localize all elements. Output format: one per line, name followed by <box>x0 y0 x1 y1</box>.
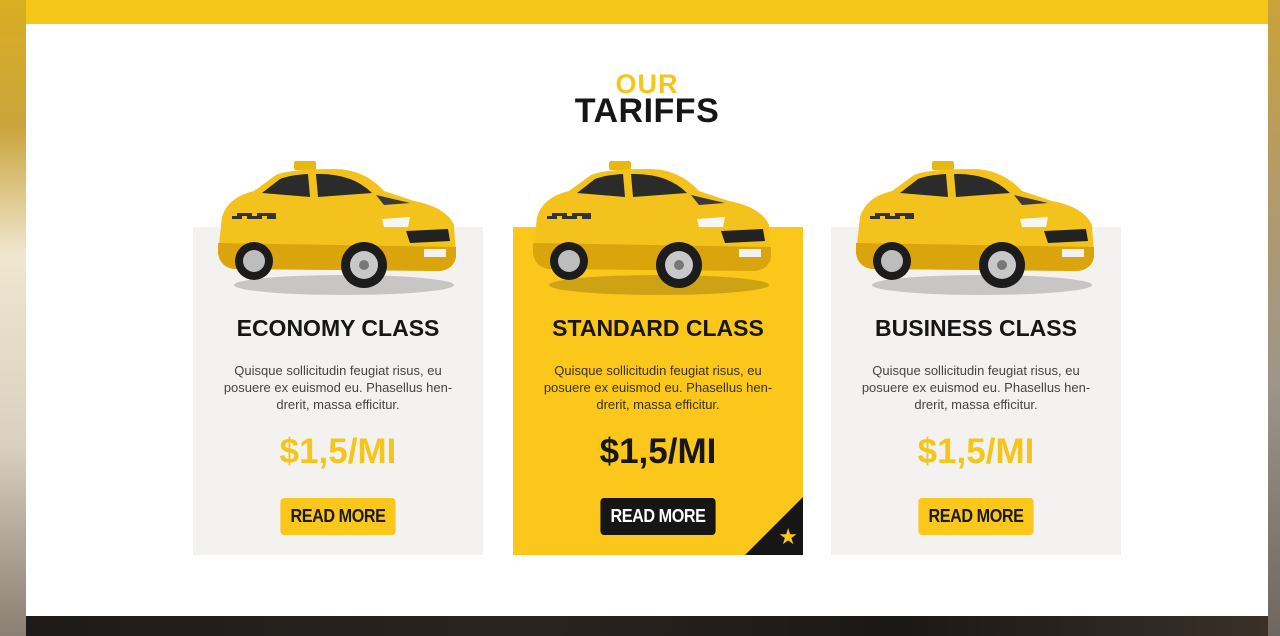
tariff-title: ECONOMY CLASS <box>236 315 440 341</box>
background-photo-left <box>0 0 28 636</box>
taxi-car-icon <box>218 161 456 295</box>
section-heading-main: TARIFFS <box>574 92 720 130</box>
tariff-price: $1,5/MI <box>599 432 717 471</box>
tariff-price: $1,5/MI <box>917 432 1035 471</box>
read-more-button[interactable]: READ MORE <box>918 498 1034 535</box>
taxi-car-icon <box>856 161 1094 295</box>
tariff-description: Quisque sollicitudin feugiat risus, eu p… <box>861 363 1091 412</box>
tariff-title: STANDARD CLASS <box>552 315 764 341</box>
tariff-description: Quisque sollicitudin feugiat risus, eu p… <box>543 363 773 412</box>
star-icon: ★ <box>778 524 798 549</box>
top-accent-bar <box>26 0 1268 24</box>
footer-photo-band <box>26 616 1268 636</box>
read-more-button[interactable]: READ MORE <box>600 498 716 535</box>
tariffs-section: OUR TARIFFS ECONOMY CLASS Quisque sollic… <box>26 24 1268 616</box>
tariff-description: Quisque sollicitudin feugiat risus, eu p… <box>223 363 453 412</box>
read-more-button[interactable]: READ MORE <box>280 498 396 535</box>
tariff-title: BUSINESS CLASS <box>875 315 1077 341</box>
tariff-price: $1,5/MI <box>279 432 397 471</box>
taxi-car-icon <box>533 161 771 295</box>
background-photo-right <box>1266 0 1280 636</box>
